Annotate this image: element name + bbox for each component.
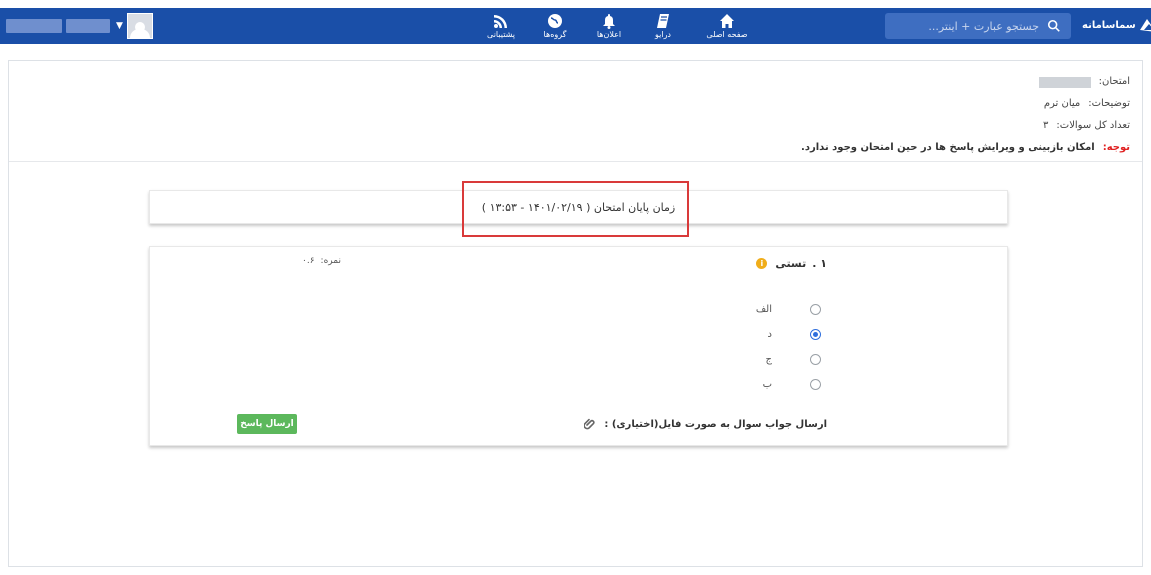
- radio-option-1[interactable]: [810, 304, 821, 315]
- question-count-value: ۳: [1043, 120, 1049, 131]
- radio-option-4[interactable]: [810, 379, 821, 390]
- highlight-box: [462, 181, 689, 237]
- paperclip-icon[interactable]: [584, 418, 596, 430]
- drive-icon: [657, 14, 669, 28]
- option-row[interactable]: ج: [756, 347, 821, 372]
- nav-groups[interactable]: گروه‌ها: [528, 8, 582, 44]
- question-header: ۱ . تستی i: [756, 257, 827, 270]
- answer-options: الف د ج ب: [756, 297, 821, 397]
- user-menu[interactable]: ▼: [6, 13, 153, 39]
- nav-home[interactable]: صفحه اصلی: [690, 8, 764, 44]
- nav-support[interactable]: پشتیبانی: [474, 8, 528, 44]
- question-title: تستی: [775, 257, 807, 270]
- search-input[interactable]: [899, 19, 1039, 33]
- question-score: نمره: ۰.۶: [302, 256, 341, 266]
- exam-desc-value: میان ترم: [1043, 98, 1081, 109]
- option-row[interactable]: ب: [756, 372, 821, 397]
- option-row[interactable]: الف: [756, 297, 821, 322]
- brand-mark-icon: [1139, 19, 1151, 32]
- nav-support-label: پشتیبانی: [487, 30, 515, 39]
- exam-name-label: امتحان:: [1098, 76, 1130, 87]
- exam-page: امتحان: توضیحات: میان ترم تعداد کل سوالا…: [8, 60, 1143, 567]
- brand-name: سماسامانه: [1082, 19, 1136, 31]
- nav-notifications-label: اعلان‌ها: [596, 30, 622, 39]
- brand-logo[interactable]: سماسامانه: [1082, 16, 1151, 34]
- file-upload-label: ارسال جواب سوال به صورت فایل(اختیاری) :: [604, 418, 827, 430]
- info-icon[interactable]: i: [756, 258, 768, 269]
- nav-groups-label: گروه‌ها: [543, 30, 567, 39]
- question-number: ۱ .: [812, 257, 827, 270]
- exam-info: امتحان: توضیحات: میان ترم تعداد کل سوالا…: [801, 71, 1130, 159]
- option-label: ب: [762, 379, 772, 390]
- exam-name-blurred: [1038, 76, 1091, 88]
- option-label: الف: [755, 304, 772, 315]
- home-icon: [720, 14, 734, 28]
- option-row[interactable]: د: [756, 322, 821, 347]
- option-label: د: [767, 329, 772, 340]
- top-navbar: ▼ پشتیبانی گروه‌ها اعلان‌ها درایو صفحه ا…: [0, 8, 1151, 44]
- score-value: ۰.۶: [302, 256, 315, 266]
- nav-drive[interactable]: درایو: [636, 8, 690, 44]
- question-card: ۱ . تستی i نمره: ۰.۶ الف د ج ب ارسال جوا…: [149, 246, 1008, 446]
- option-label: ج: [765, 354, 772, 365]
- file-upload-row: ارسال جواب سوال به صورت فایل(اختیاری) :: [584, 418, 827, 430]
- username-blurred-2: [66, 19, 110, 33]
- nav-home-label: صفحه اصلی: [706, 30, 748, 39]
- radio-option-3[interactable]: [810, 354, 821, 365]
- question-count-label: تعداد کل سوالات:: [1056, 120, 1130, 131]
- radio-option-2[interactable]: [810, 329, 821, 340]
- bell-icon: [603, 14, 615, 29]
- warning-text: امکان بازبینی و ویرایش پاسخ ها در حین ام…: [801, 142, 1095, 153]
- exam-desc-label: توضیحات:: [1088, 98, 1130, 109]
- username-blurred: [6, 19, 62, 33]
- score-label: نمره:: [320, 256, 341, 266]
- nav-drive-label: درایو: [654, 30, 671, 39]
- globe-icon: [548, 14, 562, 28]
- search-box: [885, 13, 1071, 39]
- user-avatar-icon[interactable]: [126, 13, 153, 39]
- submit-answer-button[interactable]: ارسال پاسخ: [237, 414, 297, 434]
- chevron-down-icon[interactable]: ▼: [116, 21, 123, 31]
- main-nav: پشتیبانی گروه‌ها اعلان‌ها درایو صفحه اصل…: [474, 8, 764, 44]
- nav-notifications[interactable]: اعلان‌ها: [582, 8, 636, 44]
- divider: [9, 161, 1142, 162]
- rss-icon: [494, 15, 507, 28]
- search-icon[interactable]: [1047, 19, 1061, 33]
- warning-label: توجه:: [1102, 142, 1130, 153]
